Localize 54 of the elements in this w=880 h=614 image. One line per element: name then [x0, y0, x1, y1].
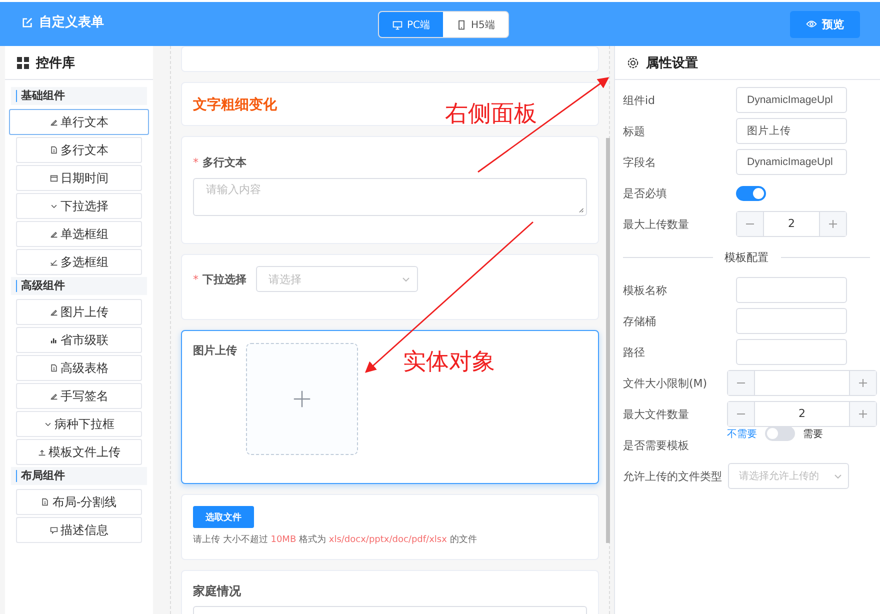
form-card[interactable]: 家庭情况 — [181, 570, 599, 614]
component-item[interactable]: 下拉选择 — [16, 193, 142, 219]
upload-hint: 请上传 大小不超过 10MB 格式为 xls/docx/pptx/doc/pdf/xlsx 的文件 — [193, 534, 478, 547]
component-item[interactable]: 省市级联 — [16, 327, 142, 353]
required-mark: * — [193, 272, 198, 286]
field-label: 图片上传 — [193, 343, 237, 359]
component-item[interactable]: 多行文本 — [16, 137, 142, 163]
component-item[interactable]: 日期时间 — [16, 165, 142, 191]
form-card[interactable]: * 多行文本 请输入内容 — [181, 136, 599, 244]
panel-title: 控件库 — [36, 54, 75, 72]
property-label: 文件大小限制(M) — [623, 376, 708, 390]
component-item[interactable]: 模板文件上传 — [16, 439, 142, 465]
component-item[interactable]: 单选框组 — [16, 221, 142, 247]
property-label: 最大上传数量 — [623, 216, 690, 232]
field-label: 下拉选择 — [202, 272, 246, 286]
form-card[interactable]: * 下拉选择 请选择 — [181, 254, 599, 320]
property-label: 是否必填 — [623, 186, 668, 200]
required-mark: * — [193, 156, 198, 169]
property-label: 存储桶 — [623, 314, 657, 328]
section-divider-label: 模板配置 — [724, 250, 768, 264]
switch-off-label: 不需要 — [727, 428, 757, 440]
input-field[interactable]: DynamicImageUpl — [736, 87, 847, 113]
property-label: 模板名称 — [623, 282, 668, 298]
property-label: 允许上传的文件类型 — [623, 468, 723, 484]
input-field[interactable]: 图片上传 — [736, 118, 847, 144]
property-label: 路径 — [623, 344, 646, 360]
property-label: 标题 — [623, 124, 646, 138]
component-item[interactable]: 手写签名 — [16, 383, 142, 409]
component-item[interactable]: 病种下拉框 — [16, 411, 142, 437]
component-item[interactable]: 单行文本 — [9, 109, 149, 135]
number-stepper[interactable]: 2 — [727, 401, 877, 427]
heading-text: 文字粗细变化 — [193, 96, 277, 114]
property-label: 是否需要模板 — [623, 438, 690, 452]
field-label: 多行文本 — [202, 155, 246, 170]
property-label: 字段名 — [623, 154, 657, 170]
form-card[interactable]: 选取文件 请上传 大小不超过 10MB 格式为 xls/docx/pptx/doc/pdf/xlsx 的文件 — [181, 494, 599, 560]
component-item[interactable]: 描述信息 — [16, 517, 142, 543]
component-item[interactable]: 高级表格 — [16, 355, 142, 381]
annotation-label: 实体对象 — [403, 348, 495, 377]
group-header: 高级组件 — [11, 277, 147, 295]
panel-title: 属性设置 — [646, 54, 698, 72]
group-header: 基础组件 — [11, 87, 147, 105]
input-field[interactable]: DynamicImageUpl — [736, 149, 847, 175]
app-title: 自定义表单 — [39, 14, 104, 31]
component-item[interactable]: 布局-分割线 — [16, 489, 142, 515]
component-item[interactable]: 图片上传 — [16, 299, 142, 325]
property-label: 最大文件数量 — [623, 406, 690, 422]
property-label: 组件id — [623, 92, 656, 108]
component-item[interactable]: 多选框组 — [16, 249, 142, 275]
annotation-label: 右侧面板 — [445, 100, 537, 129]
field-label: 家庭情况 — [193, 583, 241, 600]
group-header: 布局组件 — [11, 467, 147, 485]
number-stepper[interactable]: 2 — [736, 211, 847, 237]
switch-on-label: 需要 — [803, 428, 823, 440]
